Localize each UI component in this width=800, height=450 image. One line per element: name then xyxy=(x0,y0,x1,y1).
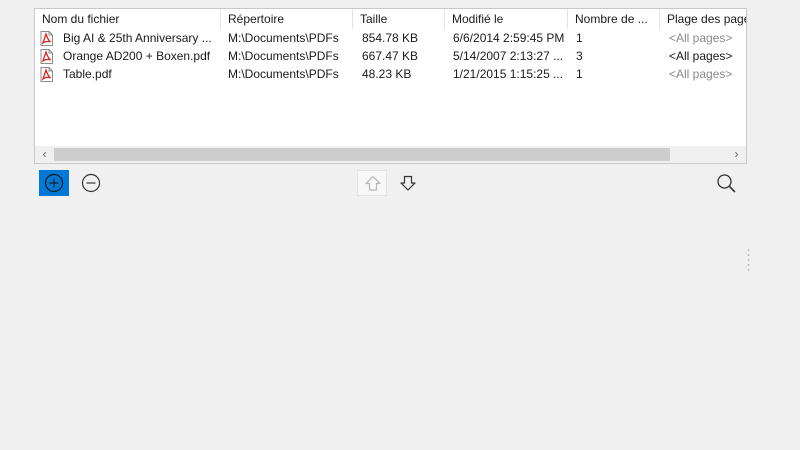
move-down-button[interactable] xyxy=(393,170,423,196)
column-header-label: Taille xyxy=(360,12,388,26)
cell-page-count: 1 xyxy=(576,67,583,81)
cell-directory: M:\Documents\PDFs xyxy=(228,31,339,45)
cell-modified: 1/21/2015 1:15:25 ... xyxy=(453,67,564,81)
column-header-size[interactable]: Taille xyxy=(353,9,445,29)
cell-file-name: Big AI & 25th Anniversary ... xyxy=(63,31,212,45)
column-header-page-range[interactable]: Plage des pages xyxy=(660,9,746,29)
cell-size: 854.78 KB xyxy=(362,31,419,45)
window-content: Nom du fichier Répertoire Taille Modifié… xyxy=(0,0,800,450)
pdf-file-icon xyxy=(40,31,53,46)
cell-directory: M:\Documents\PDFs xyxy=(228,67,339,81)
scroll-left-button[interactable]: ‹ xyxy=(36,146,53,163)
column-header-modified[interactable]: Modifié le xyxy=(445,9,568,29)
scroll-thumb[interactable] xyxy=(54,148,670,161)
cell-modified: 6/6/2014 2:59:45 PM xyxy=(453,31,565,45)
cell-page-range[interactable]: <All pages> xyxy=(669,47,746,65)
column-header-label: Modifié le xyxy=(452,12,504,26)
column-header-label: Nombre de ... xyxy=(575,12,648,26)
horizontal-scrollbar[interactable]: ‹ › xyxy=(35,146,746,163)
pdf-file-icon xyxy=(40,67,53,82)
pdf-file-icon xyxy=(40,49,53,64)
file-list[interactable]: Nom du fichier Répertoire Taille Modifié… xyxy=(34,8,747,164)
cell-modified: 5/14/2007 2:13:27 ... xyxy=(453,49,564,63)
cell-page-range[interactable]: <All pages> xyxy=(669,29,746,47)
cell-page-count: 1 xyxy=(576,31,583,45)
remove-file-button[interactable] xyxy=(76,170,106,196)
cell-page-range[interactable]: <All pages> xyxy=(669,65,746,83)
column-header-name[interactable]: Nom du fichier xyxy=(35,9,221,29)
add-circle-icon xyxy=(44,173,64,193)
arrow-up-icon xyxy=(365,175,381,191)
cell-file-name: Table.pdf xyxy=(63,67,112,81)
scroll-right-button[interactable]: › xyxy=(728,146,745,163)
cell-size: 667.47 KB xyxy=(362,49,419,63)
column-header-row: Nom du fichier Répertoire Taille Modifié… xyxy=(35,9,746,29)
column-header-page-count[interactable]: Nombre de ... xyxy=(568,9,660,29)
arrow-down-icon xyxy=(400,175,416,191)
resize-grip[interactable] xyxy=(747,248,750,272)
table-row[interactable]: Orange AD200 + Boxen.pdf M:\Documents\PD… xyxy=(35,47,746,65)
preview-button[interactable] xyxy=(711,170,741,196)
move-up-button[interactable] xyxy=(357,170,387,196)
cell-size: 48.23 KB xyxy=(362,67,412,81)
column-header-directory[interactable]: Répertoire xyxy=(221,9,353,29)
column-header-label: Plage des pages xyxy=(667,12,746,26)
column-header-label: Nom du fichier xyxy=(42,12,120,26)
table-row[interactable]: Big AI & 25th Anniversary ... M:\Documen… xyxy=(35,29,746,47)
cell-page-count: 3 xyxy=(576,49,583,63)
remove-circle-icon xyxy=(81,173,101,193)
magnifier-icon xyxy=(717,174,736,193)
table-row[interactable]: Table.pdf M:\Documents\PDFs 48.23 KB 1/2… xyxy=(35,65,746,83)
add-file-button[interactable] xyxy=(39,170,69,196)
column-header-label: Répertoire xyxy=(228,12,285,26)
cell-directory: M:\Documents\PDFs xyxy=(228,49,339,63)
cell-file-name: Orange AD200 + Boxen.pdf xyxy=(63,49,211,63)
